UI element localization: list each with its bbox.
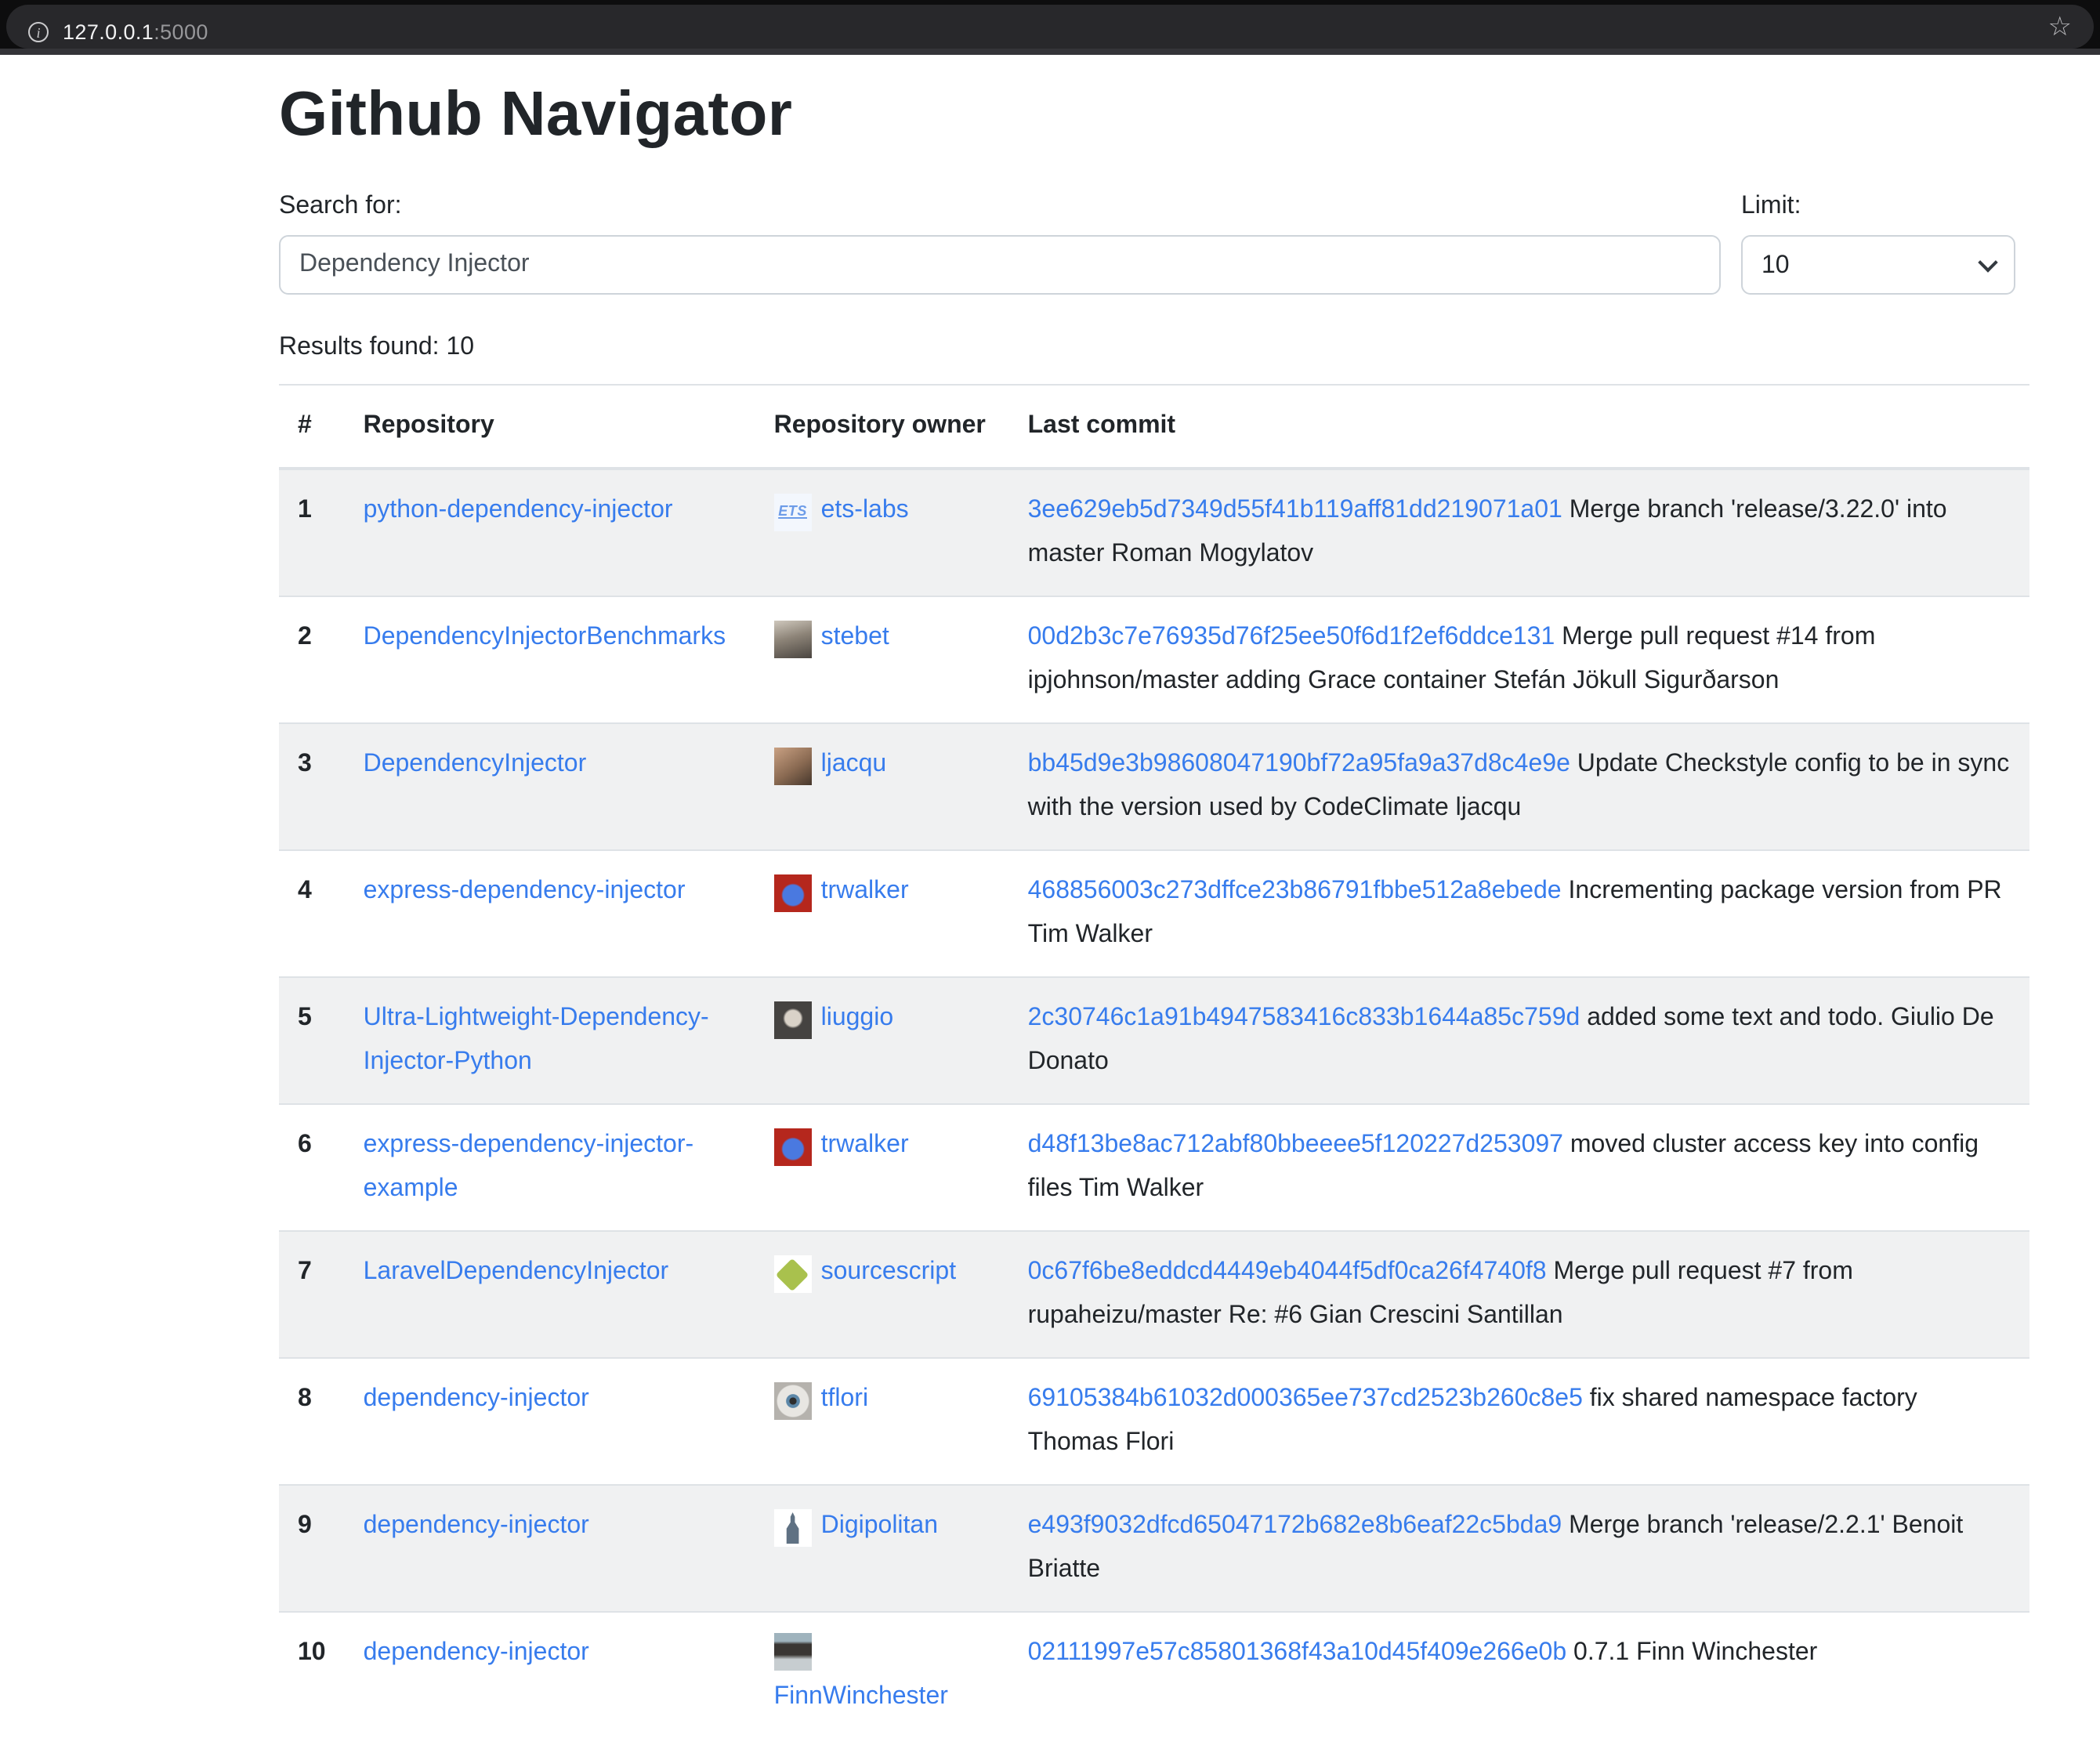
site-info-icon[interactable]: i <box>28 21 49 42</box>
row-number: 2 <box>279 596 345 723</box>
owner-avatar-digipolitan <box>774 1509 812 1547</box>
results-table: # Repository Repository owner Last commi… <box>279 384 2029 1738</box>
owner-link[interactable]: Digipolitan <box>821 1504 938 1548</box>
repository-link[interactable]: dependency-injector <box>364 1639 589 1666</box>
repository-link[interactable]: dependency-injector <box>364 1512 589 1539</box>
row-number: 1 <box>279 469 345 596</box>
commit-hash-link[interactable]: d48f13be8ac712abf80bbeeee5f120227d253097 <box>1028 1132 1563 1158</box>
repository-link[interactable]: LaravelDependencyInjector <box>364 1258 669 1285</box>
table-row: 10 dependency-injector FinnWinchester 02… <box>279 1612 2029 1738</box>
search-form: Search for: Limit: 10 <box>279 193 2029 295</box>
repository-link[interactable]: express-dependency-injector <box>364 878 686 904</box>
owner-link[interactable]: liuggio <box>821 997 894 1041</box>
owner-link[interactable]: trwalker <box>821 1124 909 1168</box>
owner-link[interactable]: sourcescript <box>821 1251 957 1294</box>
owner-avatar-ets-labs: ETS <box>774 494 812 531</box>
commit-hash-link[interactable]: 3ee629eb5d7349d55f41b119aff81dd219071a01 <box>1028 497 1562 523</box>
search-label: Search for: <box>279 193 1721 221</box>
repository-link[interactable]: dependency-injector <box>364 1385 589 1412</box>
row-number: 5 <box>279 977 345 1104</box>
table-header-row: # Repository Repository owner Last commi… <box>279 385 2029 469</box>
repository-link[interactable]: python-dependency-injector <box>364 497 673 523</box>
commit-hash-link[interactable]: 468856003c273dffce23b86791fbbe512a8ebede <box>1028 878 1562 904</box>
commit-message: 0.7.1 Finn Winchester <box>1573 1639 1817 1666</box>
row-number: 4 <box>279 850 345 977</box>
url-port: :5000 <box>154 20 208 43</box>
row-number: 10 <box>279 1612 345 1738</box>
owner-avatar-tflori <box>774 1382 812 1420</box>
table-row: 2 DependencyInjectorBenchmarks stebet 00… <box>279 596 2029 723</box>
owner-avatar-trwalker <box>774 1128 812 1166</box>
table-row: 5 Ultra-Lightweight-Dependency-Injector-… <box>279 977 2029 1104</box>
page-content: Github Navigator Search for: Limit: 10 R… <box>0 55 2100 1738</box>
col-header-owner: Repository owner <box>755 385 1009 469</box>
diamond-icon <box>776 1258 809 1291</box>
commit-hash-link[interactable]: 02111997e57c85801368f43a10d45f409e266e0b <box>1028 1639 1567 1666</box>
limit-select[interactable]: 10 <box>1741 235 2015 295</box>
owner-avatar-ljacqu <box>774 748 812 785</box>
owner-avatar-trwalker <box>774 874 812 912</box>
owner-avatar-liuggio <box>774 1001 812 1039</box>
results-count: Results found: 10 <box>279 334 2029 362</box>
commit-hash-link[interactable]: 0c67f6be8eddcd4449eb4044f5df0ca26f4740f8 <box>1028 1258 1547 1285</box>
owner-link[interactable]: tflori <box>821 1378 868 1421</box>
owner-link[interactable]: ets-labs <box>821 489 909 533</box>
building-icon <box>782 1512 804 1544</box>
owner-link[interactable]: stebet <box>821 616 889 660</box>
table-row: 8 dependency-injector tflori 69105384b61… <box>279 1358 2029 1485</box>
commit-hash-link[interactable]: e493f9032dfcd65047172b682e8b6eaf22c5bda9 <box>1028 1512 1562 1539</box>
limit-label: Limit: <box>1741 193 2015 221</box>
search-input[interactable] <box>279 235 1721 295</box>
row-number: 8 <box>279 1358 345 1485</box>
results-tbody: 1 python-dependency-injector ETS ets-lab… <box>279 469 2029 1738</box>
owner-avatar-finnwinchester <box>774 1633 812 1671</box>
table-row: 3 DependencyInjector ljacqu bb45d9e3b986… <box>279 723 2029 850</box>
table-row: 4 express-dependency-injector trwalker 4… <box>279 850 2029 977</box>
bookmark-star-icon[interactable]: ☆ <box>2048 13 2073 40</box>
repository-link[interactable]: Ultra-Lightweight-Dependency-Injector-Py… <box>364 1005 709 1075</box>
owner-link[interactable]: trwalker <box>821 870 909 914</box>
repository-link[interactable]: express-dependency-injector-example <box>364 1132 694 1202</box>
owner-avatar-stebet <box>774 621 812 658</box>
commit-hash-link[interactable]: 00d2b3c7e76935d76f25ee50f6d1f2ef6ddce131 <box>1028 624 1555 650</box>
owner-link[interactable]: ljacqu <box>821 743 887 787</box>
url-text[interactable]: 127.0.0.1:5000 <box>63 20 208 43</box>
address-bar[interactable]: i 127.0.0.1:5000 ☆ <box>6 5 2094 49</box>
repository-link[interactable]: DependencyInjectorBenchmarks <box>364 624 726 650</box>
commit-hash-link[interactable]: 69105384b61032d000365ee737cd2523b260c8e5 <box>1028 1385 1583 1412</box>
row-number: 9 <box>279 1485 345 1612</box>
table-row: 1 python-dependency-injector ETS ets-lab… <box>279 469 2029 596</box>
commit-hash-link[interactable]: bb45d9e3b98608047190bf72a95fa9a37d8c4e9e <box>1028 751 1570 777</box>
col-header-repo: Repository <box>345 385 755 469</box>
browser-window: i 127.0.0.1:5000 ☆ Github Navigator Sear… <box>0 0 2100 1577</box>
col-header-num: # <box>279 385 345 469</box>
row-number: 6 <box>279 1104 345 1231</box>
browser-chrome: i 127.0.0.1:5000 ☆ <box>0 0 2100 55</box>
col-header-commit: Last commit <box>1009 385 2029 469</box>
row-number: 7 <box>279 1231 345 1358</box>
table-row: 7 LaravelDependencyInjector sourcescript… <box>279 1231 2029 1358</box>
repository-link[interactable]: DependencyInjector <box>364 751 587 777</box>
commit-hash-link[interactable]: 2c30746c1a91b4947583416c833b1644a85c759d <box>1028 1005 1580 1031</box>
table-row: 6 express-dependency-injector-example tr… <box>279 1104 2029 1231</box>
url-host: 127.0.0.1 <box>63 20 154 43</box>
page-title: Github Navigator <box>279 77 2029 152</box>
owner-avatar-sourcescript <box>774 1255 812 1293</box>
owner-link[interactable]: FinnWinchester <box>774 1675 948 1719</box>
row-number: 3 <box>279 723 345 850</box>
chrome-bottom-strip <box>0 49 2100 55</box>
table-row: 9 dependency-injector Digipolitan e493f9… <box>279 1485 2029 1612</box>
